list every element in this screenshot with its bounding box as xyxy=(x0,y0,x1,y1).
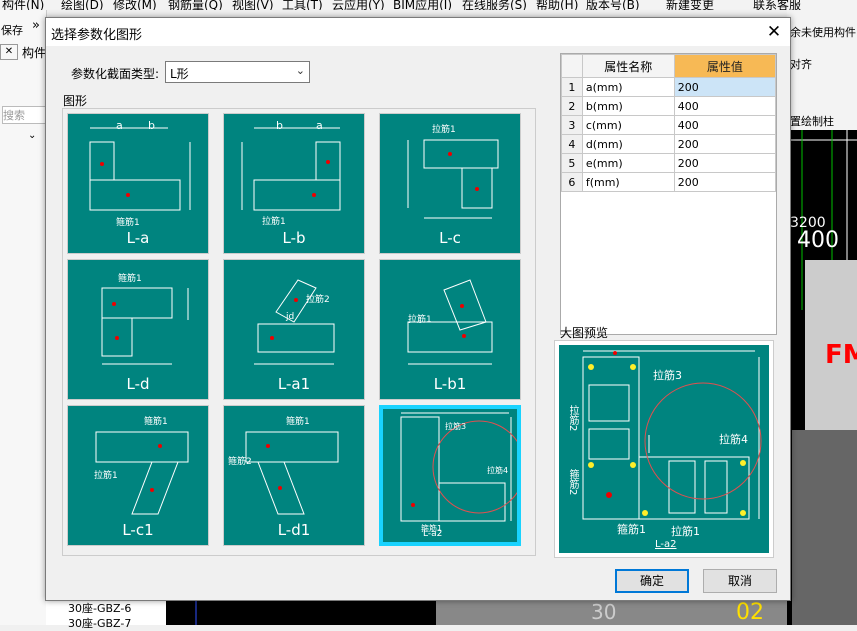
menu-online[interactable]: 在线服务(S) xyxy=(462,0,527,10)
select-parametric-shape-dialog: 选择参数化图形 ✕ 参数化截面类型: L形 ⌄ 图形 a b 箍筋1 L-a b… xyxy=(45,17,791,601)
table-row[interactable]: 3 c(mm) 400 xyxy=(561,115,777,135)
thumb-caption: L-c1 xyxy=(122,521,154,539)
close-panel-icon[interactable]: ✕ xyxy=(0,44,18,60)
thumb-caption: L-a xyxy=(126,229,150,247)
column-header-name: 属性名称 xyxy=(581,54,675,78)
thumb-caption: L-c xyxy=(439,229,461,247)
more-toolbar-icon[interactable]: » xyxy=(32,18,40,33)
cad-dimension-400: 400 xyxy=(797,228,839,253)
value-cell[interactable]: 200 xyxy=(673,172,777,192)
menu-help[interactable]: 帮助(H) xyxy=(536,0,578,10)
menu-new-change[interactable]: 新建变更 xyxy=(666,0,714,10)
menu-draw[interactable]: 绘图(D) xyxy=(61,0,104,10)
menu-cloud[interactable]: 云应用(Y) xyxy=(332,0,385,10)
shape-thumb-l-c1[interactable]: 箍筋1 拉筋1 L-c1 xyxy=(67,405,209,546)
dialog-title: 选择参数化图形 xyxy=(51,28,143,43)
shape-thumb-l-d1[interactable]: 箍筋1 箍筋2 L-d1 xyxy=(223,405,365,546)
value-cell[interactable]: 200 xyxy=(673,134,777,154)
shape-gallery: a b 箍筋1 L-a b a 拉筋1 L-b 拉筋1 L-c 箍筋1 L-d … xyxy=(62,108,536,556)
cad-label-fm: FM xyxy=(825,340,857,370)
close-icon[interactable]: ✕ xyxy=(764,22,784,42)
shape-thumb-l-d[interactable]: 箍筋1 L-d xyxy=(67,259,209,400)
left-panel: 保存 » 构件 ✕ 搜索 ⌄ xyxy=(0,10,48,625)
section-type-label: 参数化截面类型: xyxy=(71,67,160,81)
menu-version[interactable]: 版本号(B) xyxy=(586,0,640,10)
menu-view[interactable]: 视图(V) xyxy=(232,0,274,10)
thumb-caption: L-d1 xyxy=(277,521,311,539)
thumb-caption: L-a1 xyxy=(277,375,311,393)
menu-contact[interactable]: 联系客服 xyxy=(753,0,801,10)
column-header-value: 属性值 xyxy=(673,54,777,78)
search-input[interactable]: 搜索 xyxy=(2,106,48,124)
ok-button[interactable]: 确定 xyxy=(615,569,689,593)
value-cell[interactable]: 400 xyxy=(673,115,777,135)
menu-modify[interactable]: 修改(M) xyxy=(113,0,157,10)
section-type-value: L形 xyxy=(170,67,189,81)
table-row[interactable]: 4 d(mm) 200 xyxy=(561,134,777,154)
preview-caption: L-a2 xyxy=(655,539,677,550)
value-cell[interactable]: 200 xyxy=(673,77,777,97)
menu-tools[interactable]: 工具(T) xyxy=(282,0,323,10)
component-tab[interactable]: 构件 xyxy=(22,44,46,61)
shape-group-label: 图形 xyxy=(63,94,88,108)
thumb-caption: L-a2 xyxy=(423,529,443,539)
table-row[interactable]: 6 f(mm) 200 xyxy=(561,172,777,192)
cad-number-02: 02 xyxy=(736,600,764,625)
preview-label: 大图预览 xyxy=(560,326,609,340)
large-preview: 拉筋3 拉筋4 拉筋2 箍筋2 箍筋1 拉筋1 L-a2 xyxy=(554,340,774,558)
value-cell[interactable]: 400 xyxy=(673,96,777,116)
dialog-titlebar: 选择参数化图形 ✕ xyxy=(46,18,790,46)
component-tree: 30座-GBZ-6 30座-GBZ-7 xyxy=(46,598,166,630)
cad-number-30: 30 xyxy=(591,600,617,624)
cancel-button[interactable]: 取消 xyxy=(703,569,777,593)
table-row[interactable]: 1 a(mm) 200 xyxy=(561,77,777,97)
menu-component[interactable]: 构件(N) xyxy=(2,0,44,10)
thumb-caption: L-d xyxy=(126,375,150,393)
save-button[interactable]: 保存 xyxy=(1,22,23,38)
shape-thumb-l-c[interactable]: 拉筋1 L-c xyxy=(379,113,521,254)
section-type-select[interactable]: L形 ⌄ xyxy=(165,61,310,83)
shape-thumb-l-b1[interactable]: 拉筋1 L-b1 xyxy=(379,259,521,400)
menu-bar: 构件(N) 绘图(D) 修改(M) 钢筋量(Q) 视图(V) 工具(T) 云应用… xyxy=(0,0,857,10)
align-button[interactable]: 对齐 xyxy=(790,56,812,72)
cad-canvas[interactable]: 3200 400 FM xyxy=(787,130,857,625)
unused-component-label[interactable]: 余未使用构件 xyxy=(790,24,856,40)
shape-thumb-l-a[interactable]: a b 箍筋1 L-a xyxy=(67,113,209,254)
preview-image: 拉筋3 拉筋4 拉筋2 箍筋2 箍筋1 拉筋1 L-a2 xyxy=(559,345,769,553)
shape-thumb-l-a1[interactable]: 拉筋2 jd L-a1 xyxy=(223,259,365,400)
menu-bim[interactable]: BIM应用(I) xyxy=(393,0,452,10)
table-row[interactable]: 5 e(mm) 200 xyxy=(561,153,777,173)
menu-rebar[interactable]: 钢筋量(Q) xyxy=(168,0,223,10)
thumb-caption: L-b xyxy=(282,229,306,247)
chevron-down-icon[interactable]: ⌄ xyxy=(28,130,36,141)
property-table: 属性名称 属性值 1 a(mm) 200 2 b(mm) 400 3 c(mm)… xyxy=(560,53,777,335)
thumb-caption: L-b1 xyxy=(433,375,467,393)
tree-item[interactable]: 30座-GBZ-6 xyxy=(68,600,131,616)
value-cell[interactable]: 200 xyxy=(673,153,777,173)
shape-thumb-l-b[interactable]: b a 拉筋1 L-b xyxy=(223,113,365,254)
chevron-down-icon: ⌄ xyxy=(295,64,305,77)
draw-column-button[interactable]: 置绘制柱 xyxy=(790,113,834,129)
shape-thumb-l-a2[interactable]: 拉筋3 拉筋4 箍筋1 L-a2 xyxy=(379,405,521,546)
tree-item[interactable]: 30座-GBZ-7 xyxy=(68,615,131,631)
table-row[interactable]: 2 b(mm) 400 xyxy=(561,96,777,116)
